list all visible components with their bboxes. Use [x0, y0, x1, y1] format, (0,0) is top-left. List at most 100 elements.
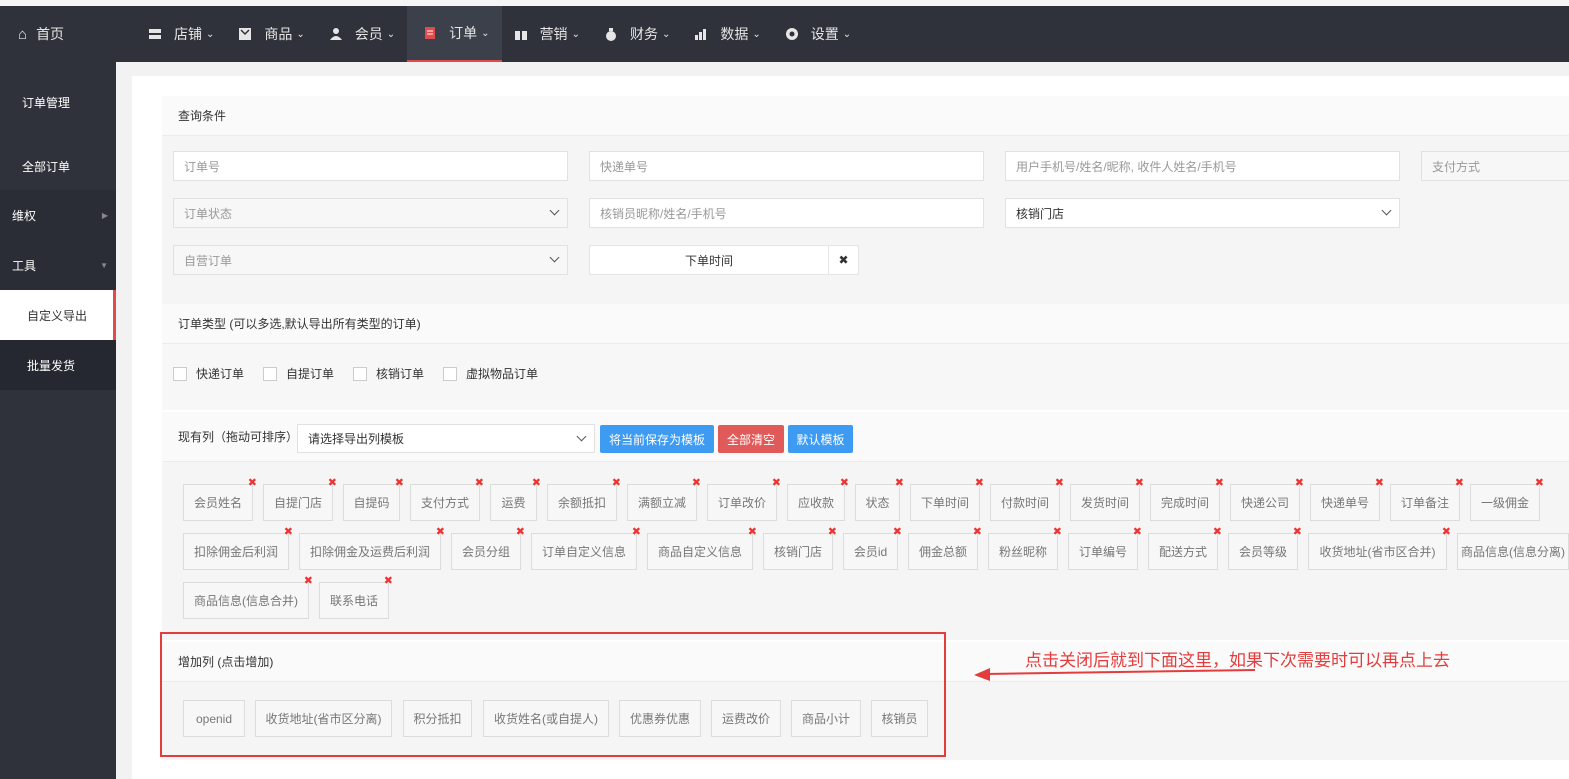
nav-finance[interactable]: 财务 ⌄ [592, 6, 682, 62]
sidebar-item-batch-ship[interactable]: 批量发货 [0, 340, 116, 390]
close-icon[interactable]: ✖ [475, 478, 484, 489]
nav-home[interactable]: ⌂ 首页 [0, 6, 118, 62]
close-icon[interactable]: ✖ [304, 576, 313, 587]
order-status-select[interactable]: 订单状态 [173, 198, 568, 228]
order-no-input[interactable]: 订单号 [173, 151, 568, 181]
express-no-input[interactable]: 快递单号 [589, 151, 984, 181]
close-icon[interactable]: ✖ [328, 478, 337, 489]
close-icon[interactable]: ✖ [828, 527, 837, 538]
close-icon[interactable]: ✖ [384, 576, 393, 587]
close-icon[interactable]: ✖ [532, 478, 541, 489]
close-icon[interactable]: ✖ [840, 478, 849, 489]
sidebar-item-order-manage[interactable]: 订单管理 [0, 80, 116, 124]
order-time-button[interactable]: 下单时间 [589, 245, 829, 275]
close-icon[interactable]: ✖ [395, 478, 404, 489]
clear-all-button[interactable]: 全部清空 [718, 425, 784, 453]
self-order-select[interactable]: 自营订单 [173, 245, 568, 275]
close-icon[interactable]: ✖ [692, 478, 701, 489]
nav-store[interactable]: 店铺 ⌄ [136, 6, 226, 62]
column-tag[interactable]: 扣除佣金及运费后利润 ✖ [299, 527, 445, 570]
column-tag[interactable]: 订单备注 ✖ [1390, 478, 1464, 521]
column-tag[interactable]: 自提码 ✖ [343, 478, 404, 521]
close-icon[interactable]: ✖ [1213, 527, 1222, 538]
save-template-button[interactable]: 将当前保存为模板 [600, 425, 714, 453]
column-tag[interactable]: 商品信息(信息分离) [1457, 533, 1569, 570]
column-tag[interactable]: 快递公司 ✖ [1230, 478, 1304, 521]
column-tag[interactable]: 联系电话 ✖ [319, 576, 393, 619]
close-icon[interactable]: ✖ [284, 527, 293, 538]
default-template-button[interactable]: 默认模板 [788, 425, 853, 453]
column-tag[interactable]: 会员分组 ✖ [451, 527, 525, 570]
column-tag[interactable]: 会员id ✖ [843, 527, 902, 570]
column-tag[interactable]: 订单编号 ✖ [1068, 527, 1142, 570]
nav-settings[interactable]: 设置 ⌄ [773, 6, 863, 62]
user-search-input[interactable]: 用户手机号/姓名/昵称, 收件人姓名/手机号 [1005, 151, 1400, 181]
column-tag[interactable]: 完成时间 ✖ [1150, 478, 1224, 521]
close-icon[interactable]: ✖ [748, 527, 757, 538]
sidebar-item-custom-export[interactable]: 自定义导出 [0, 290, 116, 340]
close-icon[interactable]: ✖ [1375, 478, 1384, 489]
verifier-input[interactable]: 核销员昵称/姓名/手机号 [589, 198, 984, 228]
store-select[interactable]: 核销门店 [1005, 198, 1400, 228]
column-tag[interactable]: 配送方式 ✖ [1148, 527, 1222, 570]
sidebar-item-all-orders[interactable]: 全部订单 [0, 144, 116, 188]
column-tag[interactable]: 订单自定义信息 ✖ [531, 527, 641, 570]
close-icon[interactable]: ✖ [1295, 478, 1304, 489]
close-icon[interactable]: ✖ [248, 478, 257, 489]
close-icon[interactable]: ✖ [1535, 478, 1544, 489]
sidebar-item-tools[interactable]: 工具 ▼ [0, 240, 116, 290]
clear-time-icon[interactable]: ✖ [828, 245, 859, 275]
nav-data[interactable]: 数据 ⌄ [682, 6, 772, 62]
close-icon[interactable]: ✖ [1135, 478, 1144, 489]
column-tag[interactable]: 支付方式 ✖ [410, 478, 484, 521]
close-icon[interactable]: ✖ [1442, 527, 1451, 538]
column-tag[interactable]: 核销门店 ✖ [763, 527, 837, 570]
checkbox-express[interactable] [173, 366, 187, 381]
close-icon[interactable]: ✖ [975, 478, 984, 489]
close-icon[interactable]: ✖ [516, 527, 525, 538]
column-tag[interactable]: 订单改价 ✖ [707, 478, 781, 521]
column-tag[interactable]: 自提门店 ✖ [263, 478, 337, 521]
nav-member[interactable]: 会员 ⌄ [317, 6, 407, 62]
column-tag[interactable]: 扣除佣金后利润 ✖ [183, 527, 293, 570]
column-tag[interactable]: 粉丝昵称 ✖ [988, 527, 1062, 570]
close-icon[interactable]: ✖ [772, 478, 781, 489]
column-tag[interactable]: 商品信息(信息合并) ✖ [183, 576, 313, 619]
pay-method-select[interactable]: 支付方式 [1421, 151, 1569, 181]
close-icon[interactable]: ✖ [1053, 527, 1062, 538]
column-tag[interactable]: 余额抵扣 ✖ [547, 478, 621, 521]
column-tag[interactable]: 满额立减 ✖ [627, 478, 701, 521]
column-tag[interactable]: 发货时间 ✖ [1070, 478, 1144, 521]
column-tag[interactable]: 一级佣金 ✖ [1470, 478, 1544, 521]
checkbox-virtual[interactable] [443, 366, 458, 381]
close-icon[interactable]: ✖ [895, 478, 904, 489]
column-tag[interactable]: 会员等级 ✖ [1228, 527, 1302, 570]
close-icon[interactable]: ✖ [612, 478, 621, 489]
close-icon[interactable]: ✖ [893, 527, 902, 538]
close-icon[interactable]: ✖ [1055, 478, 1064, 489]
column-tag[interactable]: 快递单号 ✖ [1310, 478, 1384, 521]
checkbox-verify[interactable] [353, 366, 368, 381]
column-tag[interactable]: 下单时间 ✖ [910, 478, 984, 521]
column-tag[interactable]: 付款时间 ✖ [990, 478, 1064, 521]
column-tag[interactable]: 商品自定义信息 ✖ [647, 527, 757, 570]
column-tag[interactable]: 佣金总额 ✖ [908, 527, 982, 570]
nav-marketing[interactable]: 营销 ⌄ [502, 6, 592, 62]
close-icon[interactable]: ✖ [436, 527, 445, 538]
close-icon[interactable]: ✖ [632, 527, 641, 538]
close-icon[interactable]: ✖ [1133, 527, 1142, 538]
close-icon[interactable]: ✖ [1455, 478, 1464, 489]
checkbox-pickup[interactable] [263, 366, 278, 381]
column-tag[interactable]: 应收款 ✖ [787, 478, 849, 521]
sidebar-item-rights[interactable]: 维权 ▶ [0, 190, 116, 240]
nav-goods[interactable]: 商品 ⌄ [226, 6, 316, 62]
nav-order[interactable]: 订单 ⌄ [407, 6, 502, 62]
close-icon[interactable]: ✖ [973, 527, 982, 538]
column-tag[interactable]: 运费 ✖ [490, 478, 541, 521]
column-tag[interactable]: 会员姓名 ✖ [183, 478, 257, 521]
close-icon[interactable]: ✖ [1293, 527, 1302, 538]
column-tag[interactable]: 收货地址(省市区合并) ✖ [1308, 527, 1451, 570]
close-icon[interactable]: ✖ [1215, 478, 1224, 489]
column-tag[interactable]: 状态 ✖ [855, 478, 904, 521]
template-select[interactable]: 请选择导出列模板 [297, 424, 595, 453]
